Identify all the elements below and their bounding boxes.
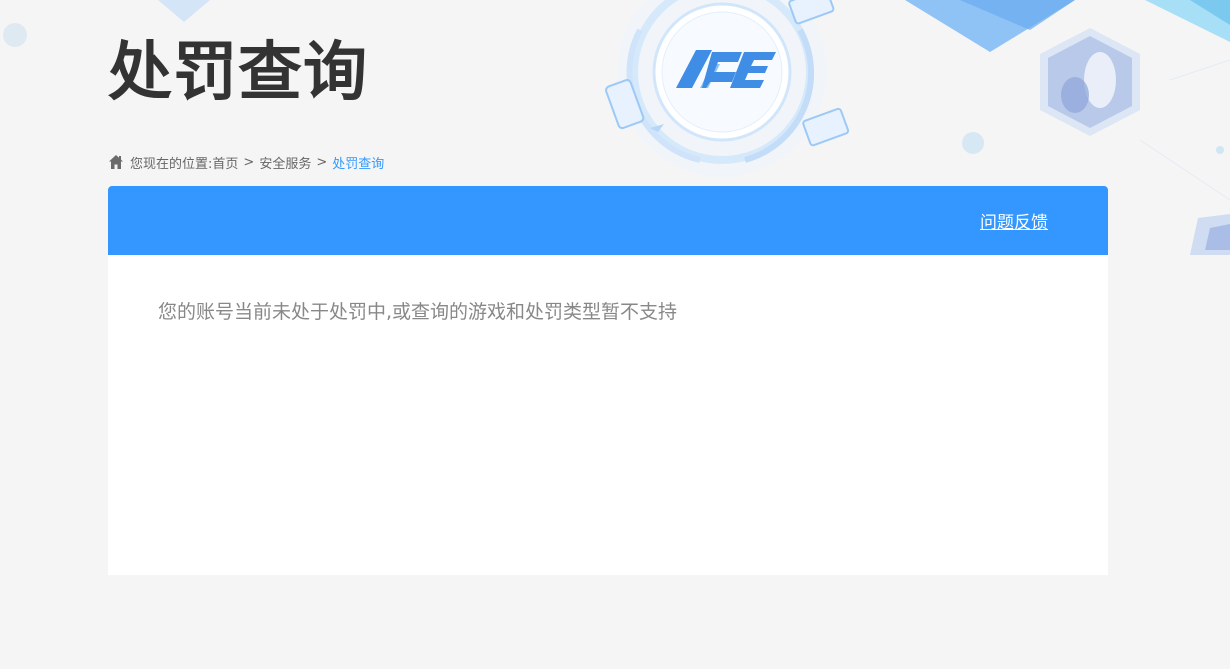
result-panel: 问题反馈 您的账号当前未处于处罚中,或查询的游戏和处罚类型暂不支持 (108, 186, 1108, 575)
breadcrumb-separator: > (243, 154, 255, 170)
breadcrumb-home-link[interactable]: 首页 (212, 153, 238, 172)
result-panel-body: 您的账号当前未处于处罚中,或查询的游戏和处罚类型暂不支持 (108, 255, 1108, 366)
breadcrumb-current: 处罚查询 (332, 156, 385, 172)
breadcrumb-prefix: 您现在的位置: (130, 156, 213, 172)
ace-logo-icon (676, 50, 776, 88)
home-icon (109, 155, 123, 169)
breadcrumb: 您现在的位置: 首页 > 安全服务 > 处罚查询 (108, 152, 384, 172)
feedback-link[interactable]: 问题反馈 (980, 208, 1048, 233)
breadcrumb-security-link[interactable]: 安全服务 (259, 153, 311, 172)
result-panel-header: 问题反馈 (108, 186, 1108, 255)
breadcrumb-separator: > (316, 154, 328, 170)
page-title: 处罚查询 (108, 36, 368, 110)
result-message: 您的账号当前未处于处罚中,或查询的游戏和处罚类型暂不支持 (158, 301, 678, 323)
